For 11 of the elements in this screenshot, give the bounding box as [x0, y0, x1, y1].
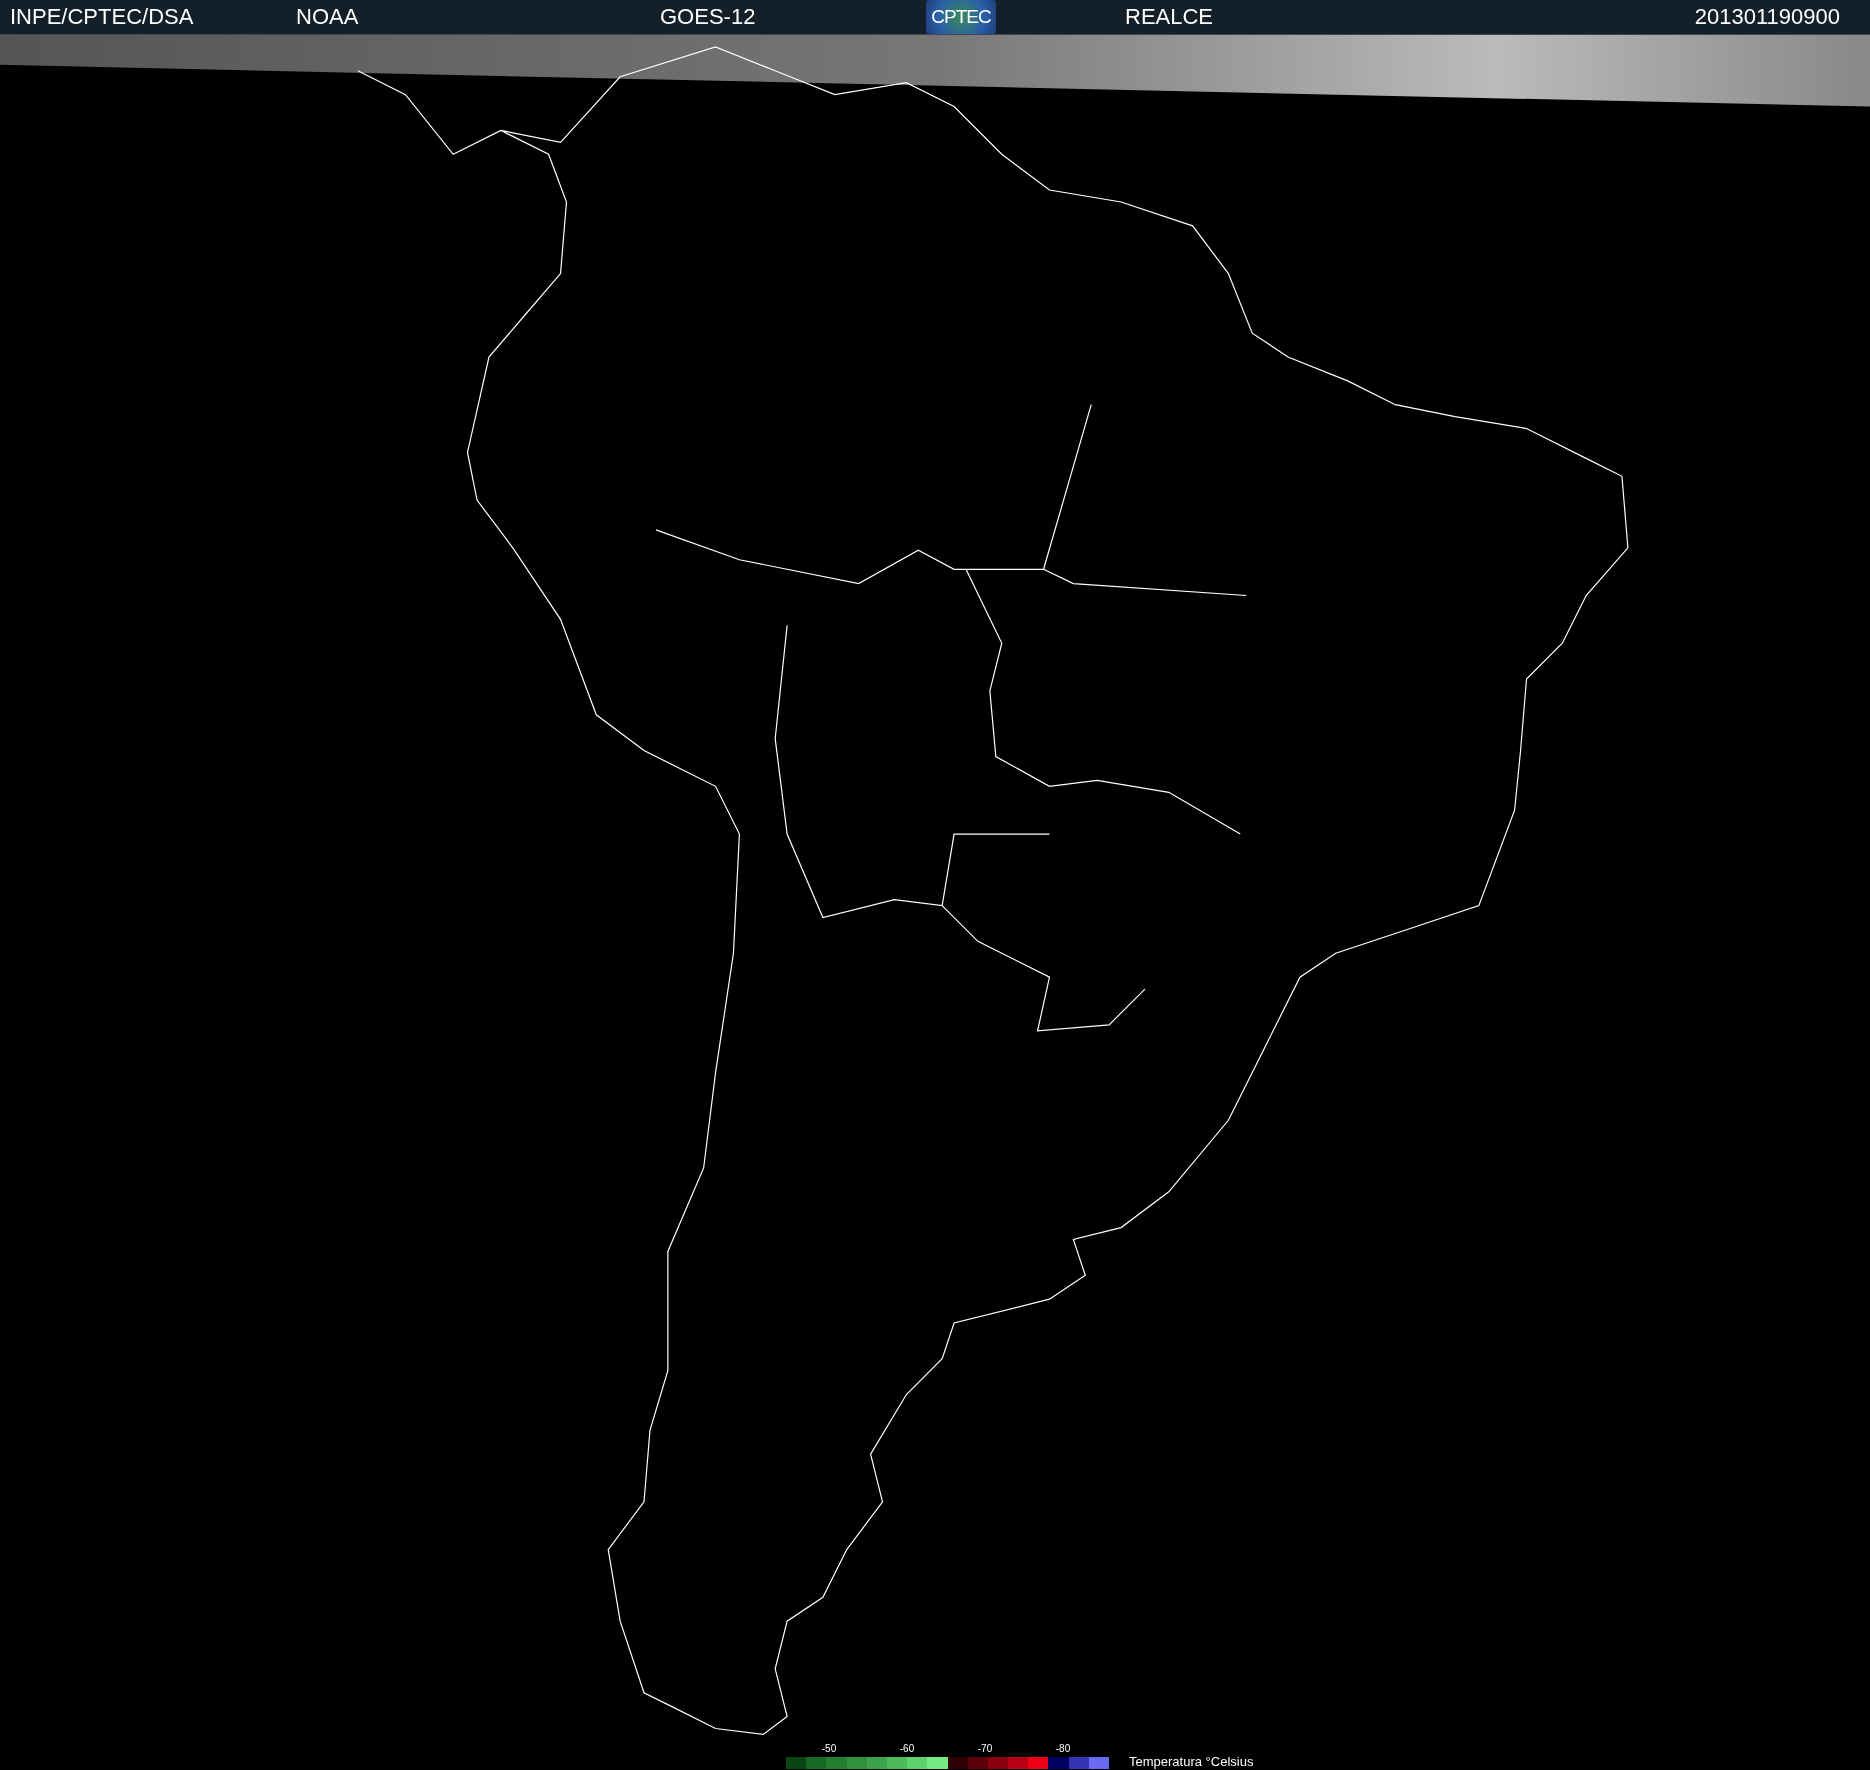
logo-badge: CPTEC [926, 0, 996, 34]
institution-label: INPE/CPTEC/DSA [10, 4, 195, 30]
timestamp-label: 201301190900 [1694, 4, 1840, 30]
scale-tick-label: -70 [976, 1742, 994, 1756]
scale-tick-label: -60 [898, 1742, 916, 1756]
scale-tick-label: -80 [1054, 1742, 1072, 1756]
product-label: REALCE [1125, 4, 1215, 30]
agency-label: NOAA [296, 4, 360, 30]
legend-title: Temperatura °Celsius [1129, 1753, 1254, 1769]
scale-tick-label: -50 [820, 1742, 838, 1756]
satellite-label: GOES-12 [660, 4, 757, 30]
